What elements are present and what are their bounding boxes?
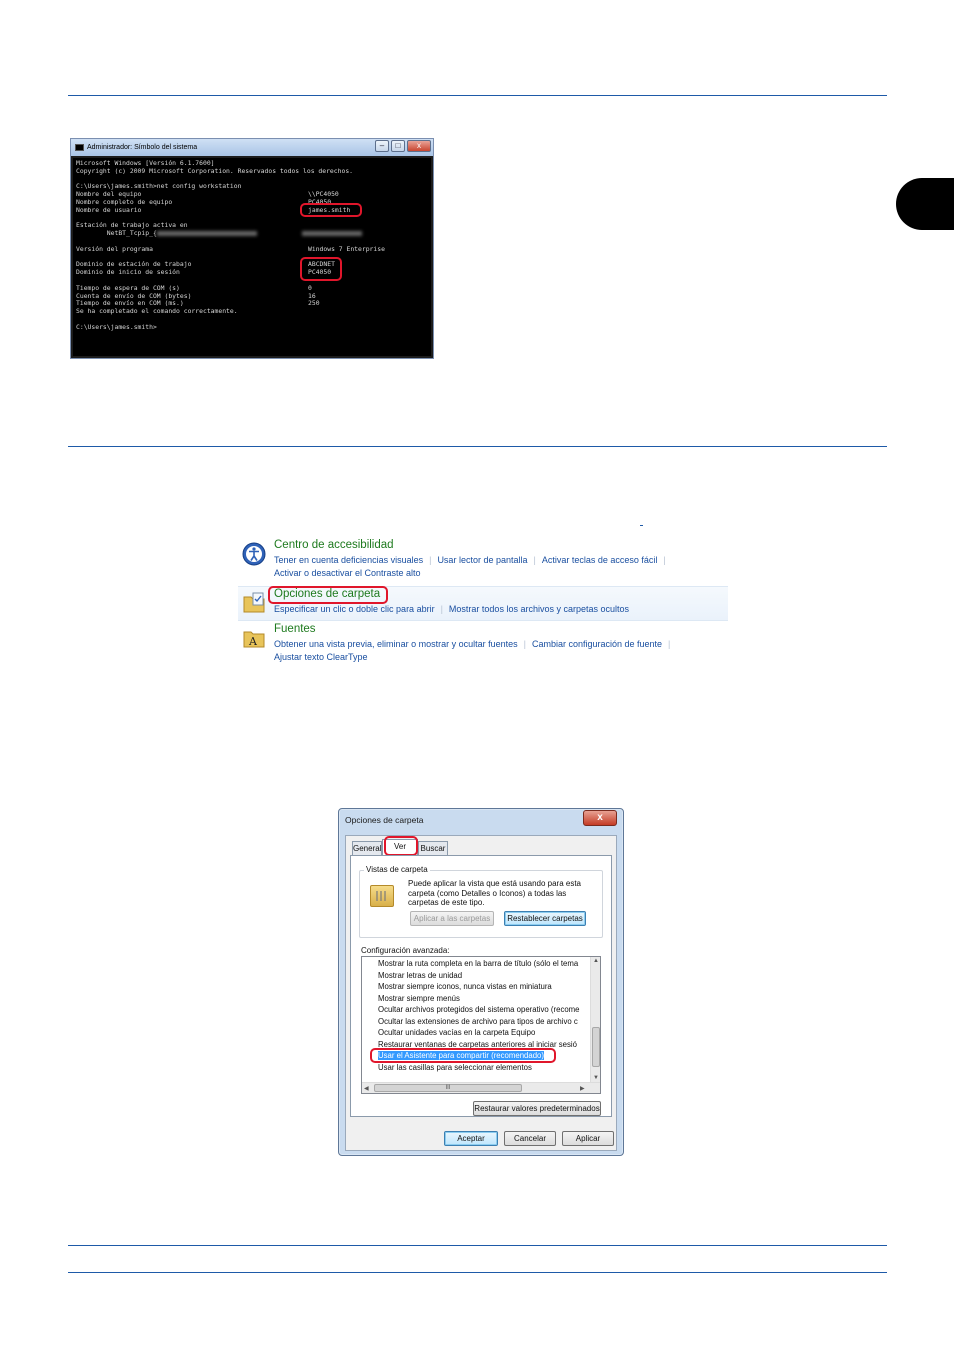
accessibility-links-row2: Activar o desactivar el Contraste alto <box>274 568 421 578</box>
cmd-line: C:\Users\james.smith> <box>76 322 157 331</box>
setting-item[interactable]: Usar las casillas para seleccionar eleme… <box>378 1063 590 1075</box>
setting-item[interactable]: ✓Ocultar las extensiones de archivo para… <box>378 1017 590 1029</box>
vertical-scroll-thumb[interactable] <box>592 1027 600 1067</box>
folder-options-links: Especificar un clic o doble clic para ab… <box>274 604 629 614</box>
view-tab-panel: Vistas de carpeta Puede aplicar la vista… <box>350 855 612 1117</box>
scroll-up-icon[interactable]: ▲ <box>593 958 599 964</box>
advanced-settings-label: Configuración avanzada: <box>361 946 450 955</box>
fonts-title[interactable]: Fuentes <box>274 623 316 635</box>
cmd-line: NetBT_Tcpip_{ <box>76 229 428 238</box>
dialog-body: General Ver Buscar Vistas de carpeta Pue… <box>345 835 617 1151</box>
cmd-line: Versión del programa Windows 7 Enterprise <box>76 244 385 253</box>
folder-views-description: Puede aplicar la vista que está usando p… <box>408 879 582 907</box>
cmd-icon <box>75 144 84 151</box>
chapter-tab-marker <box>896 178 954 230</box>
link-cleartype[interactable]: Ajustar texto ClearType <box>274 652 368 662</box>
list-item-folder-options[interactable]: Opciones de carpeta Especificar un clic … <box>238 586 728 621</box>
svg-text:A: A <box>248 635 258 648</box>
bottom-rule-1 <box>68 1245 887 1246</box>
control-panel-list: Centro de accesibilidad Tener en cuenta … <box>238 525 728 670</box>
setting-item[interactable]: Mostrar siempre menús <box>378 994 590 1006</box>
link-sticky-keys[interactable]: Activar teclas de acceso fácil <box>542 555 658 565</box>
apply-button[interactable]: Aplicar <box>562 1131 614 1146</box>
folder-view-icon <box>370 885 394 907</box>
tab-general[interactable]: General <box>352 841 382 855</box>
highlight-folder-options <box>268 586 388 604</box>
fonts-links: Obtener una vista previa, eliminar o mos… <box>274 639 671 649</box>
maximize-icon[interactable]: □ <box>391 140 405 152</box>
redacted-block <box>156 230 257 236</box>
link-font-settings[interactable]: Cambiar configuración de fuente <box>532 639 662 649</box>
link-show-hidden-files[interactable]: Mostrar todos los archivos y carpetas oc… <box>449 604 629 614</box>
cmd-line: Se ha completado el comando correctament… <box>76 307 238 316</box>
folder-views-group: Vistas de carpeta Puede aplicar la vista… <box>359 865 603 938</box>
reset-folders-button[interactable]: Restablecer carpetas <box>504 911 586 926</box>
apply-to-folders-button[interactable]: Aplicar a las carpetas <box>410 911 494 926</box>
scroll-left-icon[interactable]: ◀ <box>364 1085 369 1092</box>
dialog-close-button[interactable]: x <box>583 810 617 826</box>
fonts-icon: A <box>243 631 265 648</box>
cmd-line: Copyright (c) 2009 Microsoft Corporation… <box>76 166 354 175</box>
cancel-button[interactable]: Cancelar <box>504 1131 556 1146</box>
horizontal-scrollbar[interactable]: ◀ III ▶ <box>362 1082 600 1093</box>
link-visual-impairments[interactable]: Tener en cuenta deficiencias visuales <box>274 555 423 565</box>
command-prompt-output: Microsoft Windows [Versión 6.1.7600] Cop… <box>73 158 431 356</box>
list-item-accessibility[interactable]: Centro de accesibilidad Tener en cuenta … <box>238 538 728 582</box>
command-prompt-window: Administrador: Símbolo del sistema – □ x… <box>70 138 434 359</box>
highlight-sharing-wizard <box>370 1048 556 1063</box>
accessibility-links: Tener en cuenta deficiencias visuales | Us… <box>274 555 666 565</box>
restore-defaults-button[interactable]: Restaurar valores predeterminados <box>473 1101 601 1116</box>
tab-search[interactable]: Buscar <box>418 841 448 855</box>
accessibility-icon <box>242 542 266 566</box>
link-preview-fonts[interactable]: Obtener una vista previa, eliminar o mos… <box>274 639 518 649</box>
vertical-scrollbar[interactable]: ▲ ▼ <box>590 957 600 1083</box>
bottom-rule-2 <box>68 1272 887 1273</box>
dialog-title: Opciones de carpeta <box>345 815 424 825</box>
link-marker <box>640 525 643 526</box>
setting-item[interactable]: Mostrar siempre iconos, nunca vistas en … <box>378 982 590 994</box>
setting-item[interactable]: ✓Ocultar archivos protegidos del sistema… <box>378 1005 590 1017</box>
accessibility-title[interactable]: Centro de accesibilidad <box>274 539 394 551</box>
scroll-down-icon[interactable]: ▼ <box>593 1075 599 1081</box>
cmd-line: Dominio de inicio de sesión PC4050 <box>76 268 332 277</box>
folder-options-dialog: Opciones de carpeta x General Ver Buscar… <box>338 808 624 1156</box>
setting-item[interactable]: ✓Mostrar letras de unidad <box>378 971 590 983</box>
command-prompt-titlebar: Administrador: Símbolo del sistema – □ x <box>71 139 433 156</box>
scroll-right-icon[interactable]: ▶ <box>580 1085 585 1092</box>
setting-item[interactable]: ✓Ocultar unidades vacías en la carpeta E… <box>378 1028 590 1040</box>
link-high-contrast[interactable]: Activar o desactivar el Contraste alto <box>274 568 421 578</box>
list-item-fonts[interactable]: A Fuentes Obtener una vista previa, elim… <box>238 622 728 666</box>
folder-options-icon <box>243 592 265 613</box>
horizontal-scroll-thumb[interactable]: III <box>374 1084 522 1092</box>
section-rule <box>68 446 887 447</box>
highlight-view-tab <box>384 836 418 856</box>
folder-views-label: Vistas de carpeta <box>364 865 430 874</box>
top-rule <box>68 95 887 96</box>
ok-button[interactable]: Aceptar <box>444 1131 498 1146</box>
advanced-settings-list[interactable]: Mostrar la ruta completa en la barra de … <box>361 956 601 1094</box>
setting-item[interactable]: Mostrar la ruta completa en la barra de … <box>378 959 590 971</box>
command-prompt-title: Administrador: Símbolo del sistema <box>87 144 198 151</box>
link-single-double-click[interactable]: Especificar un clic o doble clic para ab… <box>274 604 435 614</box>
close-icon[interactable]: x <box>407 140 431 152</box>
link-screen-reader[interactable]: Usar lector de pantalla <box>437 555 527 565</box>
cmd-line: Nombre de usuario james.smith <box>76 205 351 214</box>
fonts-links-row2: Ajustar texto ClearType <box>274 652 368 662</box>
highlight-user-name <box>300 203 362 217</box>
highlight-domain <box>300 257 342 281</box>
minimize-icon[interactable]: – <box>375 140 389 152</box>
redacted-block <box>302 230 362 236</box>
